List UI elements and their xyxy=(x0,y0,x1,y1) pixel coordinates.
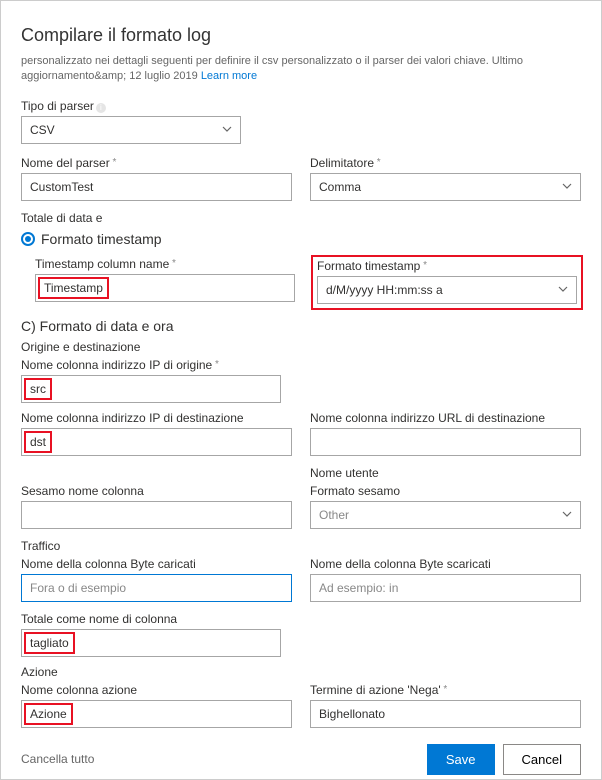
traffic-heading: Traffico xyxy=(21,539,581,553)
deny-term-label: Termine di azione 'Nega' xyxy=(310,683,581,697)
bytes-up-label: Nome della colonna Byte caricati xyxy=(21,557,292,571)
ts-col-label: Timestamp column name xyxy=(35,257,295,271)
chevron-down-icon xyxy=(558,283,568,297)
ts-fmt-label: Formato timestamp xyxy=(317,259,577,273)
dst-ip-label: Nome colonna indirizzo IP di destinazion… xyxy=(21,411,292,425)
action-col-label: Nome colonna azione xyxy=(21,683,292,697)
ts-col-input[interactable]: Timestamp xyxy=(35,274,295,302)
bytes-up-input[interactable] xyxy=(21,574,292,602)
total-data-label: Totale di data e xyxy=(21,211,581,225)
src-ip-input[interactable]: src xyxy=(21,375,281,403)
page-title: Compilare il formato log xyxy=(21,25,581,46)
chevron-down-icon xyxy=(562,180,572,194)
bytes-down-label: Nome della colonna Byte scaricati xyxy=(310,557,581,571)
page-subtitle: personalizzato nei dettagli seguenti per… xyxy=(21,54,581,85)
parser-type-label: Tipo di parseri xyxy=(21,99,581,113)
sesame-fmt-select[interactable]: Other xyxy=(310,501,581,529)
action-col-input[interactable]: Azione xyxy=(21,700,292,728)
delimiter-select[interactable]: Comma xyxy=(310,173,581,201)
chevron-down-icon xyxy=(562,508,572,522)
timestamp-format-radio-label: Formato timestamp xyxy=(41,231,162,247)
parser-name-input[interactable] xyxy=(21,173,292,201)
parser-name-label: Nome del parser xyxy=(21,156,292,170)
timestamp-format-radio[interactable] xyxy=(21,232,35,246)
dst-url-input[interactable] xyxy=(310,428,581,456)
dst-ip-input[interactable]: dst xyxy=(21,428,292,456)
total-col-label: Totale come nome di colonna xyxy=(21,612,581,626)
cancel-button[interactable]: Cancel xyxy=(503,744,581,775)
learn-more-link[interactable]: Learn more xyxy=(201,70,257,82)
action-heading: Azione xyxy=(21,665,581,679)
ts-fmt-select[interactable]: d/M/yyyy HH:mm:ss a xyxy=(317,276,577,304)
deny-term-input[interactable] xyxy=(310,700,581,728)
origin-dest-heading: Origine e destinazione xyxy=(21,340,581,354)
parser-type-select[interactable]: CSV xyxy=(21,116,241,144)
bytes-down-input[interactable] xyxy=(310,574,581,602)
dst-url-label: Nome colonna indirizzo URL di destinazio… xyxy=(310,411,581,425)
delimiter-label: Delimitatore xyxy=(310,156,581,170)
sesame-col-input[interactable] xyxy=(21,501,292,529)
sesame-fmt-label: Formato sesamo xyxy=(310,484,581,498)
save-button[interactable]: Save xyxy=(427,744,495,775)
sesame-col-label: Sesamo nome colonna xyxy=(21,484,292,498)
src-ip-label: Nome colonna indirizzo IP di origine xyxy=(21,358,581,372)
chevron-down-icon xyxy=(222,123,232,137)
section-c-heading: C) Formato di data e ora xyxy=(21,318,581,334)
info-icon: i xyxy=(96,103,106,113)
username-heading: Nome utente xyxy=(310,466,379,480)
clear-all-link[interactable]: Cancella tutto xyxy=(21,752,94,766)
total-col-input[interactable]: tagliato xyxy=(21,629,281,657)
